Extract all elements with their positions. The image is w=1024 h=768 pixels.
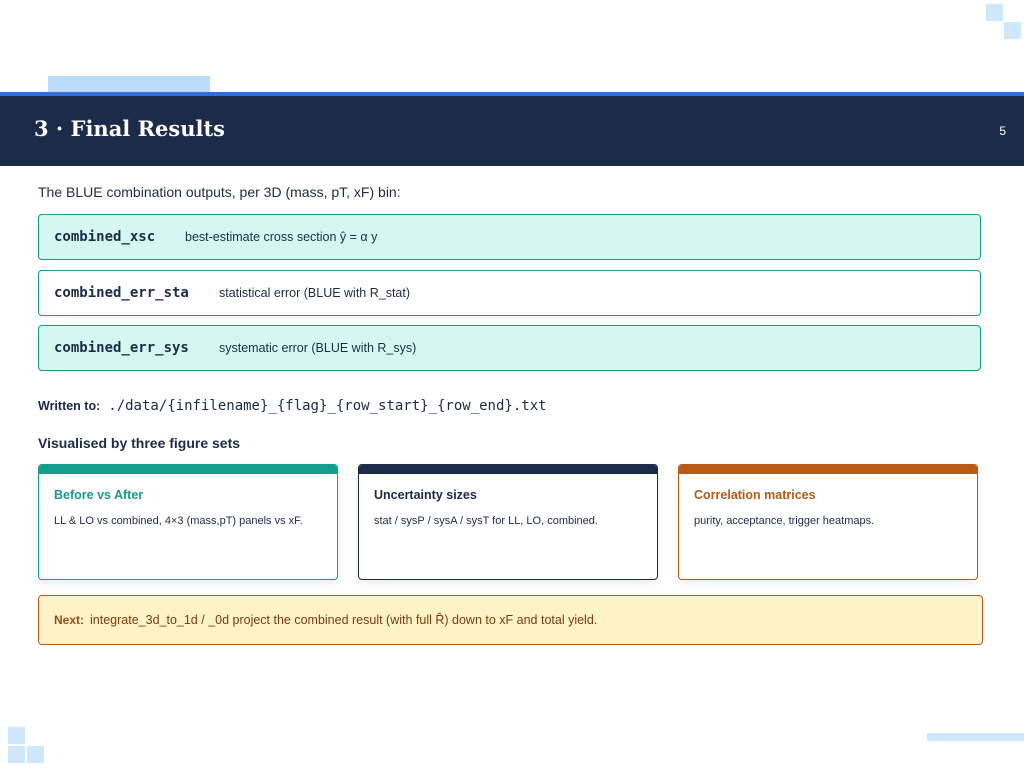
card-uncertainty-sizes: Uncertainty sizes stat / sysP / sysA / s… [358, 464, 658, 580]
next-text: integrate_3d_to_1d / _0d project the com… [90, 613, 598, 627]
output-combined-err-sta: combined_err_sta statistical error (BLUE… [38, 270, 981, 316]
corner-decoration [986, 4, 1003, 21]
card-accent-bar [39, 465, 337, 474]
intro-text: The BLUE combination outputs, per 3D (ma… [38, 184, 401, 200]
card-accent-bar [359, 465, 657, 474]
card-title: Correlation matrices [694, 488, 816, 502]
card-text: purity, acceptance, trigger heatmaps. [694, 515, 875, 527]
next-callout: Next: integrate_3d_to_1d / _0d project t… [38, 595, 983, 645]
visualised-heading: Visualised by three figure sets [38, 435, 241, 451]
written-to: Written to: ./data/{infilename}_{flag}_{… [38, 398, 547, 414]
corner-decoration [8, 746, 25, 763]
header-accent-tab [48, 76, 210, 93]
written-label: Written to: [38, 399, 101, 413]
output-name: combined_err_sta [54, 285, 189, 301]
page-number: 5 [999, 124, 1006, 138]
output-path: ./data/{infilename}_{flag}_{row_start}_{… [108, 398, 547, 414]
output-combined-err-sys: combined_err_sys systematic error (BLUE … [38, 325, 981, 371]
card-correlation-matrices: Correlation matrices purity, acceptance,… [678, 464, 978, 580]
corner-decoration [27, 746, 44, 763]
corner-decoration [8, 727, 25, 744]
card-before-vs-after: Before vs After LL & LO vs combined, 4×3… [38, 464, 338, 580]
page-title: 3 · Final Results [34, 116, 225, 141]
next-label: Next: [54, 613, 85, 627]
card-text: LL & LO vs combined, 4×3 (mass,pT) panel… [54, 515, 303, 527]
footer-accent-bar [927, 733, 1024, 741]
card-accent-bar [679, 465, 977, 474]
output-description: best-estimate cross section ŷ = α y [185, 230, 378, 244]
output-name: combined_err_sys [54, 340, 189, 356]
card-title: Before vs After [54, 488, 144, 502]
card-text: stat / sysP / sysA / sysT for LL, LO, co… [374, 515, 598, 527]
slide-header: 3 · Final Results 5 [0, 96, 1024, 166]
card-title: Uncertainty sizes [374, 488, 477, 502]
output-combined-xsc: combined_xsc best-estimate cross section… [38, 214, 981, 260]
output-name: combined_xsc [54, 229, 156, 245]
corner-decoration [1004, 22, 1021, 39]
output-description: systematic error (BLUE with R_sys) [219, 341, 417, 355]
output-description: statistical error (BLUE with R_stat) [219, 286, 411, 300]
